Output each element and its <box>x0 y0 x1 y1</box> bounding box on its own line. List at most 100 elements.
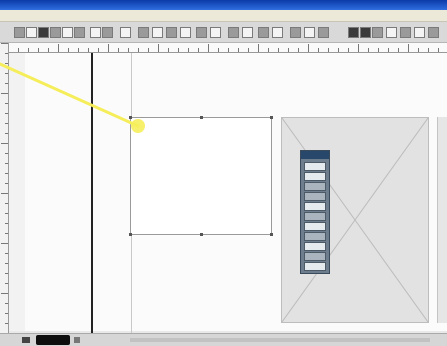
ruler-tick <box>38 48 39 52</box>
horizontal-ruler[interactable] <box>8 43 447 53</box>
select-tool-icon[interactable] <box>304 162 326 171</box>
ruler-tick <box>5 213 8 214</box>
ruler-tick <box>1 293 8 294</box>
ruler-tick <box>5 183 8 184</box>
horizontal-scrollbar[interactable] <box>130 338 430 342</box>
toolbar-button[interactable] <box>386 27 397 38</box>
ruler-tick <box>5 163 8 164</box>
ruler-tick <box>5 283 8 284</box>
zoom-indicator[interactable] <box>36 335 70 345</box>
column-guide[interactable] <box>91 53 93 333</box>
page-nav-icon[interactable] <box>22 337 30 343</box>
toolbar-button[interactable] <box>242 27 253 38</box>
ruler-tick <box>5 253 8 254</box>
ruler-tick <box>138 48 139 52</box>
ruler-tick <box>58 44 59 52</box>
rotate-tool-icon[interactable] <box>304 232 326 241</box>
ruler-tick <box>318 48 319 52</box>
toolbar-button[interactable] <box>272 27 283 38</box>
ruler-tick <box>108 44 109 52</box>
ruler-tick <box>378 48 379 52</box>
ruler-tick <box>5 173 8 174</box>
ruler-tick <box>68 48 69 52</box>
ruler-tick <box>298 48 299 52</box>
palette-title-bar[interactable] <box>301 151 329 159</box>
ruler-tick <box>328 48 329 52</box>
scale-tool-icon[interactable] <box>304 242 326 251</box>
line-tool-icon[interactable] <box>304 192 326 201</box>
ruler-tick <box>1 43 8 44</box>
toolbar-button[interactable] <box>414 27 425 38</box>
frame-handle[interactable] <box>270 233 273 236</box>
vertical-ruler[interactable] <box>0 43 9 333</box>
toolbar-button[interactable] <box>74 27 85 38</box>
toolbar-button[interactable] <box>360 27 371 38</box>
toolbar-button[interactable] <box>62 27 73 38</box>
toolbar-button[interactable] <box>258 27 269 38</box>
ruler-tick <box>5 323 8 324</box>
ruler-tick <box>288 48 289 52</box>
toolbar-button[interactable] <box>210 27 221 38</box>
frame-handle[interactable] <box>200 233 203 236</box>
ruler-tick <box>5 263 8 264</box>
toolbar-button[interactable] <box>348 27 359 38</box>
ruler-tick <box>438 48 439 52</box>
ruler-tick <box>5 123 8 124</box>
toolbar-button[interactable] <box>428 27 439 38</box>
toolbar-button[interactable] <box>166 27 177 38</box>
toolbar-button[interactable] <box>196 27 207 38</box>
hand-tool-icon[interactable] <box>304 252 326 261</box>
text-tool-icon[interactable] <box>304 182 326 191</box>
toolbar-button[interactable] <box>228 27 239 38</box>
ruler-tick <box>5 53 8 54</box>
toolbar-button[interactable] <box>138 27 149 38</box>
ruler-tick <box>5 153 8 154</box>
tool-palette[interactable] <box>300 150 330 274</box>
toolbar-button[interactable] <box>318 27 329 38</box>
toolbar-button[interactable] <box>180 27 191 38</box>
ruler-tick <box>218 48 219 52</box>
pen-tool-icon[interactable] <box>304 202 326 211</box>
ruler-tick <box>5 273 8 274</box>
ellipse-tool-icon[interactable] <box>304 222 326 231</box>
text-frame[interactable] <box>129 116 273 236</box>
ruler-tick <box>5 83 8 84</box>
ruler-tick <box>88 48 89 52</box>
ruler-tick <box>178 48 179 52</box>
direct-select-tool-icon[interactable] <box>304 172 326 181</box>
rectangle-tool-icon[interactable] <box>304 212 326 221</box>
frame-handle[interactable] <box>129 116 132 119</box>
ruler-tick <box>238 48 239 52</box>
ruler-tick <box>5 133 8 134</box>
toolbar-button[interactable] <box>14 27 25 38</box>
toolbar-button[interactable] <box>152 27 163 38</box>
frame-handle[interactable] <box>200 116 203 119</box>
zoom-tool-icon[interactable] <box>304 262 326 271</box>
toolbar-button[interactable] <box>50 27 61 38</box>
ruler-tick <box>398 48 399 52</box>
ruler-tick <box>418 48 419 52</box>
toolbar-button[interactable] <box>102 27 113 38</box>
page-nav-icon[interactable] <box>74 337 80 343</box>
frame-handle[interactable] <box>270 116 273 119</box>
ruler-tick <box>5 103 8 104</box>
toolbar-button[interactable] <box>304 27 315 38</box>
toolbar-button[interactable] <box>400 27 411 38</box>
title-bar <box>0 0 447 10</box>
toolbar-button[interactable] <box>26 27 37 38</box>
toolbar-button[interactable] <box>38 27 49 38</box>
ruler-tick <box>5 73 8 74</box>
toolbar-button[interactable] <box>372 27 383 38</box>
ruler-tick <box>48 48 49 52</box>
image-placeholder-frame[interactable] <box>437 117 447 323</box>
ruler-tick <box>358 44 359 52</box>
frame-handle[interactable] <box>129 233 132 236</box>
ruler-tick <box>5 313 8 314</box>
ruler-tick <box>198 48 199 52</box>
ruler-tick <box>308 44 309 52</box>
ruler-tick <box>408 44 409 52</box>
ruler-tick <box>188 48 189 52</box>
toolbar-button[interactable] <box>290 27 301 38</box>
toolbar-button[interactable] <box>90 27 101 38</box>
toolbar-button[interactable] <box>120 27 131 38</box>
